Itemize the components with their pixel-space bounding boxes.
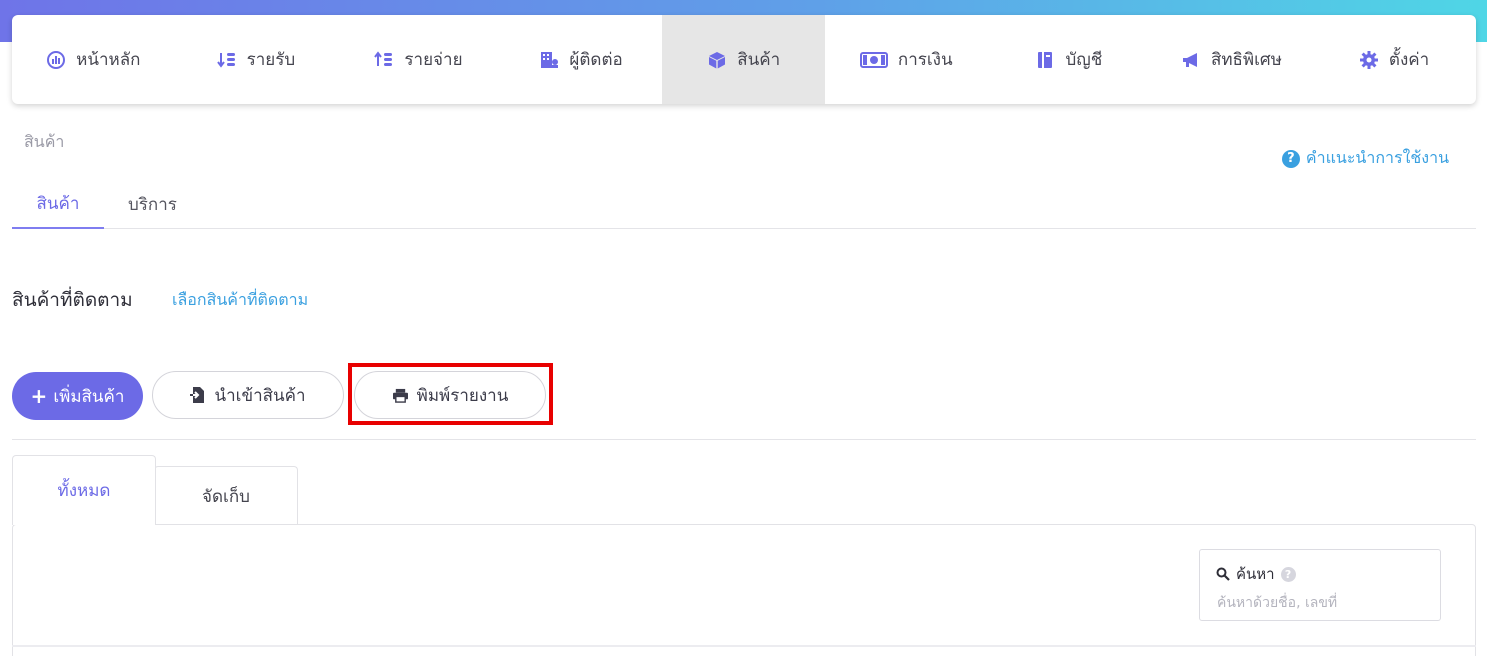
help-link[interactable]: ? คำแนะนำการใช้งาน (1281, 146, 1449, 171)
box-icon (707, 50, 727, 70)
nav-item-products[interactable]: สินค้า (662, 15, 825, 104)
search-box[interactable]: ค้นหา ? ค้นหาด้วยชื่อ, เลขที่ (1199, 549, 1441, 621)
nav-label: สินค้า (737, 50, 781, 70)
divider (12, 439, 1476, 440)
nav-item-expense[interactable]: รายจ่าย (337, 15, 500, 104)
select-tracked-products-link[interactable]: เลือกสินค้าที่ติดตาม (172, 288, 308, 313)
gear-icon (1359, 50, 1379, 70)
import-products-label: นำเข้าสินค้า (214, 385, 306, 406)
nav-label: ตั้งค่า (1388, 50, 1430, 70)
tab-products[interactable]: สินค้า (12, 180, 104, 229)
table-header-divider (12, 645, 1476, 647)
megaphone-icon (1181, 50, 1201, 70)
search-label: ค้นหา (1236, 565, 1275, 583)
nav-item-privileges[interactable]: สิทธิพิเศษ (1150, 15, 1313, 104)
search-label-row: ค้นหา ? (1216, 562, 1296, 586)
breadcrumb: สินค้า (24, 132, 65, 151)
plus-icon: + (30, 384, 48, 408)
nav-item-income[interactable]: รายรับ (175, 15, 338, 104)
question-circle-icon: ? (1281, 149, 1300, 168)
dashboard-icon (46, 50, 66, 70)
nav-label: สิทธิพิเศษ (1210, 50, 1282, 70)
tab-archived[interactable]: จัดเก็บ (154, 466, 298, 525)
expense-icon (374, 50, 394, 70)
import-products-button[interactable]: นำเข้าสินค้า (152, 371, 344, 419)
nav-item-finance[interactable]: การเงิน (825, 15, 988, 104)
nav-item-contacts[interactable]: ผู้ติดต่อ (500, 15, 663, 104)
nav-label: หน้าหลัก (76, 50, 141, 70)
nav-label: บัญชี (1065, 50, 1103, 70)
highlight-box (348, 363, 553, 425)
contacts-icon (539, 50, 559, 70)
nav-item-settings[interactable]: ตั้งค่า (1313, 15, 1476, 104)
add-product-label: เพิ่มสินค้า (53, 386, 125, 407)
tab-all[interactable]: ทั้งหมด (12, 455, 156, 525)
income-icon (216, 50, 237, 70)
nav-label: ผู้ติดต่อ (569, 50, 623, 70)
nav-item-accounting[interactable]: บัญชี (988, 15, 1151, 104)
search-input[interactable]: ค้นหาด้วยชื่อ, เลขที่ (1217, 592, 1337, 614)
section-title: สินค้าที่ติดตาม (12, 289, 133, 311)
search-help-icon[interactable]: ? (1280, 566, 1296, 582)
search-icon (1216, 567, 1230, 581)
nav-label: การเงิน (897, 50, 953, 70)
main-navbar: หน้าหลัก รายรับ รายจ่าย ผู้ติดต่อ สินค้า… (12, 15, 1476, 104)
ledger-icon (1035, 50, 1055, 70)
product-service-tabs: สินค้า บริการ (12, 180, 1476, 229)
money-icon (859, 50, 888, 70)
nav-label: รายรับ (246, 50, 296, 70)
tab-services[interactable]: บริการ (104, 180, 201, 229)
add-product-button[interactable]: + เพิ่มสินค้า (12, 372, 143, 420)
nav-label: รายจ่าย (404, 50, 463, 70)
help-link-label: คำแนะนำการใช้งาน (1305, 148, 1449, 167)
nav-item-home[interactable]: หน้าหลัก (12, 15, 175, 104)
file-import-icon (190, 386, 206, 404)
